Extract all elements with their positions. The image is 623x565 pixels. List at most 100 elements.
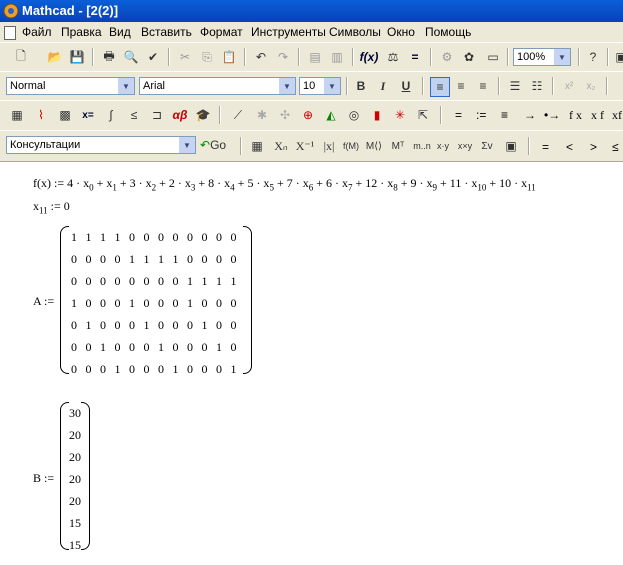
mathcad-app-icon[interactable] [3, 3, 19, 19]
resource-center-icon[interactable]: ✿ [460, 48, 478, 66]
boolean-palette-icon[interactable]: ≤ [125, 106, 143, 124]
subscript-icon[interactable]: x₂ [582, 77, 600, 95]
vectorize-icon[interactable]: f(M) [342, 137, 360, 155]
save-icon[interactable]: 💾 [68, 48, 86, 66]
greater-than-button[interactable]: > [590, 140, 597, 154]
keyword-eval-button[interactable]: •→ [544, 108, 560, 122]
matrix-a-cell: 1 [71, 230, 77, 244]
font-size-select[interactable]: 10 ▼ [299, 77, 341, 95]
chevron-down-icon: ▼ [178, 137, 195, 153]
function-definition[interactable]: f(x) := 4 · x0 + x1 + 3 · x2 + 2 · x3 + … [33, 176, 536, 192]
less-than-button[interactable]: < [566, 140, 573, 154]
x11-definition[interactable]: x11 := 0 [33, 199, 70, 215]
transpose-icon[interactable]: Mᵀ [389, 137, 407, 155]
3d-scatter-icon[interactable]: ◭ [322, 106, 340, 124]
postfix-operator-button[interactable]: x f [591, 108, 604, 123]
infix-operator-button[interactable]: xf [612, 108, 622, 123]
align-center-icon[interactable]: ≡ [452, 77, 470, 95]
menu-edit[interactable]: Правка [61, 25, 102, 39]
help-icon[interactable]: ? [584, 48, 602, 66]
superscript-icon[interactable]: x² [560, 77, 578, 95]
global-definition-button[interactable]: ≡ [501, 108, 508, 122]
standard-toolbar: 🗋 📂 💾 🖶 🔍 ✔ ✂ ⎘ 📋 ↶ ↷ ▤ ▥ f(x) ⚖ = ⚙ ✿ ▭… [0, 42, 623, 72]
inverse-icon[interactable]: X⁻¹ [296, 137, 315, 155]
menu-help[interactable]: Помощь [425, 25, 471, 39]
menu-file[interactable]: Файл [22, 25, 52, 39]
assign-button[interactable]: := [476, 108, 486, 122]
matrix-a-cell: 0 [71, 274, 77, 288]
determinant-icon[interactable]: |x| [320, 137, 338, 155]
3d-bar-icon[interactable]: ◎ [345, 106, 363, 124]
numbered-list-icon[interactable]: ☷ [528, 77, 546, 95]
surface-plot-icon[interactable]: ✣ [276, 106, 294, 124]
symbolic-palette-icon[interactable]: 🎓 [194, 106, 212, 124]
prefix-operator-button[interactable]: f x [569, 108, 582, 123]
insert-function-icon[interactable]: f(x) [360, 48, 379, 66]
calculator-palette-icon[interactable]: ▦ [8, 106, 26, 124]
insert-unit-icon[interactable]: ⚖ [384, 48, 402, 66]
matrix-palette-icon[interactable]: ▩ [56, 106, 74, 124]
bullet-list-icon[interactable]: ☰ [506, 77, 524, 95]
underline-button[interactable]: U [397, 77, 415, 95]
document-icon[interactable] [4, 26, 16, 40]
open-folder-icon[interactable]: 📂 [46, 48, 64, 66]
menu-view[interactable]: Вид [109, 25, 131, 39]
contour-plot-icon[interactable]: ⊕ [299, 106, 317, 124]
undo-icon[interactable]: ↶ [252, 48, 270, 66]
evaluation-palette-icon[interactable]: x= [79, 106, 97, 124]
style-select[interactable]: Normal ▼ [6, 77, 135, 95]
calculate-icon[interactable]: = [406, 48, 424, 66]
column-icon[interactable]: M⟨⟩ [365, 137, 383, 155]
window-icon[interactable]: ▭ [484, 48, 502, 66]
polar-plot-icon[interactable]: ✱ [253, 106, 271, 124]
cut-icon[interactable]: ✂ [176, 48, 194, 66]
matrix-a[interactable]: 1111000000000000111100000000000011111000… [60, 226, 252, 376]
xy-plot-icon[interactable]: ⟋ [229, 106, 247, 124]
matrix-a-cell: 1 [85, 318, 92, 332]
subscript-icon[interactable]: Xₙ [272, 137, 290, 155]
plot-wizard-icon[interactable]: ⇱ [414, 106, 432, 124]
menu-format[interactable]: Формат [200, 25, 243, 39]
menu-tools[interactable]: Инструменты [251, 25, 326, 39]
new-document-icon[interactable]: 🗋 [12, 48, 30, 66]
font-select[interactable]: Arial ▼ [139, 77, 296, 95]
bold-button[interactable]: B [352, 77, 370, 95]
dot-product-icon[interactable]: x·y [434, 137, 452, 155]
matrix-icon[interactable]: ▦ [248, 137, 266, 155]
calculus-palette-icon[interactable]: ∫ [102, 106, 120, 124]
vector-sum-icon[interactable]: Σv [478, 137, 496, 155]
paste-icon[interactable]: 📋 [220, 48, 238, 66]
resources-select[interactable]: Консультации ▼ [6, 136, 196, 154]
menu-window[interactable]: Окно [387, 25, 415, 39]
symbolic-eval-button[interactable]: → [524, 108, 536, 122]
align-left-icon[interactable]: ≡ [430, 77, 450, 97]
print-icon[interactable]: 🖶 [100, 48, 118, 66]
align-right-icon[interactable]: ≡ [474, 77, 492, 95]
copy-icon[interactable]: ⎘ [198, 48, 216, 66]
picture-icon[interactable]: ▣ [502, 137, 520, 155]
print-preview-icon[interactable]: 🔍 [122, 48, 140, 66]
definition-equal-button[interactable]: = [455, 108, 462, 122]
greek-palette-icon[interactable]: αβ [171, 106, 189, 124]
window-tile-icon[interactable]: ▣ [612, 48, 623, 66]
menu-symbols[interactable]: Символы [329, 25, 381, 39]
italic-button[interactable]: I [374, 77, 392, 95]
zoom-select[interactable]: 100% ▼ [513, 48, 571, 66]
go-button[interactable]: ↶ Go [200, 136, 232, 154]
insert-component-icon[interactable]: ⚙ [438, 48, 456, 66]
bar-chart-icon[interactable]: ▮ [368, 106, 386, 124]
equal-button[interactable]: = [542, 140, 549, 154]
graph-palette-icon[interactable]: ⌇ [32, 106, 50, 124]
less-equal-button[interactable]: ≤ [612, 140, 619, 154]
programming-palette-icon[interactable]: ⊐ [148, 106, 166, 124]
vector-field-icon[interactable]: ✳ [391, 106, 409, 124]
menu-insert[interactable]: Вставить [141, 25, 192, 39]
vector-b[interactable]: 30 20 20 20 20 15 15 [60, 402, 90, 552]
redo-icon[interactable]: ↷ [274, 48, 292, 66]
worksheet[interactable]: f(x) := 4 · x0 + x1 + 3 · x2 + 2 · x3 + … [0, 166, 623, 565]
align-vertical-icon[interactable]: ▥ [328, 48, 346, 66]
cross-product-icon[interactable]: x×y [456, 137, 474, 155]
align-horizontal-icon[interactable]: ▤ [306, 48, 324, 66]
spell-check-icon[interactable]: ✔ [144, 48, 162, 66]
range-variable-icon[interactable]: m..n [410, 137, 434, 155]
